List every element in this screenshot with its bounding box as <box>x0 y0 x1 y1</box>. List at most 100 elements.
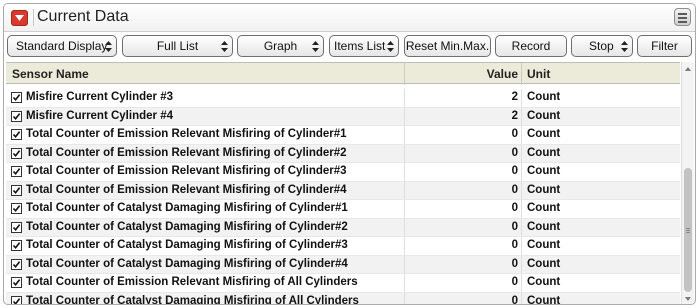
row-checkbox[interactable] <box>11 203 22 214</box>
sensor-name-cell: Total Counter of Emission Relevant Misfi… <box>26 146 347 159</box>
updown-arrows-icon <box>105 41 112 52</box>
sensor-value-cell: 0 <box>511 220 518 233</box>
standard-display-select[interactable]: Standard Display <box>7 35 117 57</box>
record-label: Record <box>511 39 551 53</box>
sensor-value-cell: 2 <box>511 91 518 103</box>
checkbox-checked-icon <box>12 131 21 139</box>
sensor-name-cell: Total Counter of Emission Relevant Misfi… <box>26 183 347 196</box>
sensor-value-cell: 0 <box>511 294 518 305</box>
table-row[interactable]: Total Counter of Catalyst Damaging Misfi… <box>6 237 680 256</box>
sensor-name-cell: Misfire Current Cylinder #3 <box>26 91 173 103</box>
table-row[interactable]: Total Counter of Emission Relevant Misfi… <box>6 163 680 182</box>
sensor-unit-cell: Count <box>527 220 561 233</box>
row-checkbox[interactable] <box>11 221 22 233</box>
table-row[interactable]: Misfire Current Cylinder #4 2 Count <box>6 107 680 126</box>
full-list-select[interactable]: Full List <box>122 35 233 57</box>
table-row[interactable]: Total Counter of Catalyst Damaging Misfi… <box>6 255 680 274</box>
table-row[interactable]: Total Counter of Emission Relevant Misfi… <box>6 126 680 145</box>
sensor-name-cell: Total Counter of Catalyst Damaging Misfi… <box>26 202 348 214</box>
checkbox-checked-icon <box>12 112 21 120</box>
sensor-value-cell: 0 <box>511 165 518 177</box>
scroll-thumb[interactable] <box>684 168 692 292</box>
scroll-down-arrow-icon[interactable] <box>682 293 694 305</box>
sensor-unit-cell: Count <box>527 239 561 251</box>
vertical-scrollbar[interactable] <box>681 62 694 305</box>
scroll-up-arrow-icon[interactable] <box>682 63 694 75</box>
toolbar: Standard Display Full List Graph Items L… <box>4 33 695 61</box>
menu-icon <box>678 13 687 15</box>
title-bar: Current Data <box>4 4 695 32</box>
panel-title: Current Data <box>37 8 129 25</box>
sensor-value-cell: 0 <box>511 202 518 214</box>
row-checkbox[interactable] <box>11 258 22 270</box>
row-checkbox[interactable] <box>11 240 22 251</box>
items-list-select[interactable]: Items List <box>329 35 399 57</box>
sensor-unit-cell: Count <box>527 146 561 159</box>
checkbox-checked-icon <box>12 168 21 176</box>
reset-min-max-button[interactable]: Reset Min.Max. <box>404 35 491 57</box>
updown-arrows-icon <box>221 41 228 52</box>
column-header-sensor-name[interactable]: Sensor Name <box>12 67 89 81</box>
record-button[interactable]: Record <box>495 35 567 57</box>
sensor-unit-cell: Count <box>527 165 561 177</box>
row-checkbox[interactable] <box>11 92 22 103</box>
graph-label: Graph <box>263 39 298 53</box>
sensor-name-cell: Misfire Current Cylinder #4 <box>26 109 173 122</box>
table-row[interactable]: Total Counter of Catalyst Damaging Misfi… <box>6 292 680 305</box>
updown-arrows-icon <box>387 41 394 52</box>
graph-select[interactable]: Graph <box>237 35 324 57</box>
sensor-name-cell: Total Counter of Emission Relevant Misfi… <box>26 165 347 177</box>
sensor-unit-cell: Count <box>527 183 561 196</box>
sensor-value-cell: 0 <box>511 146 518 159</box>
sensor-value-cell: 0 <box>511 276 518 288</box>
standard-display-label: Standard Display <box>16 39 108 53</box>
checkbox-checked-icon <box>12 297 21 304</box>
sensor-name-cell: Total Counter of Catalyst Damaging Misfi… <box>26 220 348 233</box>
row-checkbox[interactable] <box>11 147 22 159</box>
checkbox-checked-icon <box>12 149 21 157</box>
column-header-unit[interactable]: Unit <box>527 67 550 81</box>
checkbox-checked-icon <box>12 186 21 194</box>
filter-label: Filter <box>651 39 678 53</box>
updown-arrows-icon <box>312 41 319 52</box>
table-row[interactable]: Total Counter of Catalyst Damaging Misfi… <box>6 200 680 219</box>
sensor-unit-cell: Count <box>527 257 561 270</box>
filter-button[interactable]: Filter <box>637 35 692 57</box>
table-row[interactable]: Total Counter of Emission Relevant Misfi… <box>6 144 680 163</box>
items-list-label: Items List <box>334 39 386 53</box>
current-data-panel: Current Data Standard Display Full List … <box>3 3 696 305</box>
title-separator <box>33 9 34 26</box>
sensor-unit-cell: Count <box>527 128 561 140</box>
row-checkbox[interactable] <box>11 110 22 122</box>
sensor-value-cell: 0 <box>511 128 518 140</box>
stop-select[interactable]: Stop <box>571 35 633 57</box>
row-checkbox[interactable] <box>11 295 22 304</box>
sensor-name-cell: Total Counter of Emission Relevant Misfi… <box>26 128 347 140</box>
table-row[interactable]: Total Counter of Emission Relevant Misfi… <box>6 274 680 293</box>
sensor-value-cell: 0 <box>511 239 518 251</box>
sensor-unit-cell: Count <box>527 109 561 122</box>
sensor-table: Sensor Name Value Unit Misfire Current C… <box>6 62 680 305</box>
row-checkbox[interactable] <box>11 166 22 177</box>
sensor-unit-cell: Count <box>527 202 561 214</box>
table-row[interactable]: Total Counter of Catalyst Damaging Misfi… <box>6 218 680 237</box>
checkbox-checked-icon <box>12 205 21 213</box>
row-checkbox[interactable] <box>11 184 22 196</box>
full-list-label: Full List <box>156 39 199 53</box>
sensor-name-cell: Total Counter of Catalyst Damaging Misfi… <box>26 257 348 270</box>
collapse-button[interactable] <box>11 10 28 26</box>
table-body: Misfire Current Cylinder #3 2 Count Misfire… <box>6 89 680 305</box>
checkbox-checked-icon <box>12 279 21 287</box>
column-header-value[interactable]: Value <box>487 67 518 81</box>
row-checkbox[interactable] <box>11 277 22 288</box>
menu-button[interactable] <box>674 8 691 26</box>
table-header: Sensor Name Value Unit <box>6 62 680 85</box>
sensor-value-cell: 0 <box>511 183 518 196</box>
table-row[interactable]: Total Counter of Emission Relevant Misfi… <box>6 181 680 200</box>
reset-min-max-label: Reset Min.Max. <box>405 39 490 53</box>
table-row[interactable]: Misfire Current Cylinder #3 2 Count <box>6 89 680 108</box>
updown-arrows-icon <box>621 41 628 52</box>
row-checkbox[interactable] <box>11 129 22 140</box>
sensor-value-cell: 2 <box>511 109 518 122</box>
sensor-unit-cell: Count <box>527 294 561 305</box>
